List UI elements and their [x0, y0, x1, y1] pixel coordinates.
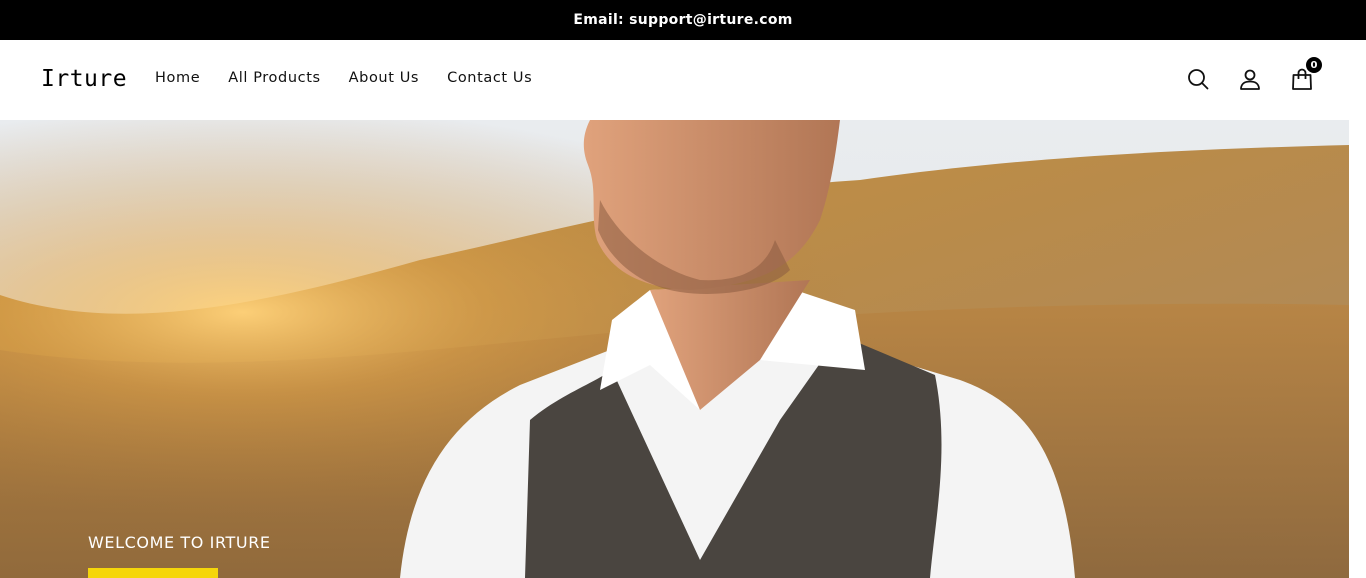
nav-all-products[interactable]: All Products	[228, 70, 320, 86]
search-icon[interactable]	[1186, 67, 1210, 91]
main-nav: Home All Products About Us Contact Us	[155, 70, 532, 86]
support-email-text: Email: support@irture.com	[573, 12, 793, 28]
cart-count-badge: 0	[1306, 57, 1322, 73]
nav-about-us[interactable]: About Us	[349, 70, 419, 86]
header-actions: 0	[1186, 57, 1322, 91]
hero-welcome-text: WELCOME TO IRTURE	[88, 533, 271, 552]
hero-image	[0, 120, 1349, 578]
hero-cta-button[interactable]	[88, 568, 218, 578]
page-scrollbar[interactable]	[1349, 120, 1366, 578]
nav-contact-us[interactable]: Contact Us	[447, 70, 532, 86]
shopping-bag-icon[interactable]: 0	[1290, 57, 1322, 91]
announcement-bar: Email: support@irture.com	[0, 0, 1366, 40]
hero-banner: WELCOME TO IRTURE	[0, 120, 1349, 578]
site-header: Irture Home All Products About Us Contac…	[0, 40, 1366, 120]
site-logo[interactable]: Irture	[41, 66, 127, 92]
nav-home[interactable]: Home	[155, 70, 200, 86]
user-icon[interactable]	[1238, 67, 1262, 91]
